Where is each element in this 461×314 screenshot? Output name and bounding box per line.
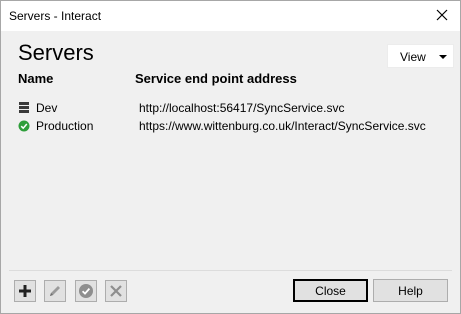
help-button[interactable]: Help bbox=[373, 279, 448, 302]
check-circle-icon bbox=[18, 120, 30, 132]
check-icon bbox=[79, 284, 93, 298]
close-icon bbox=[436, 9, 448, 21]
page-title: Servers bbox=[18, 40, 94, 65]
server-row-dev[interactable]: Dev http://localhost:56417/SyncService.s… bbox=[18, 100, 448, 117]
pencil-icon bbox=[50, 286, 60, 296]
title-bar: Servers - Interact bbox=[1, 1, 460, 31]
edit-server-button[interactable] bbox=[44, 280, 66, 302]
servers-window: Servers - Interact Servers View Name Ser… bbox=[0, 0, 461, 314]
delete-x-icon bbox=[110, 285, 122, 297]
view-button-label: View bbox=[400, 50, 426, 64]
footer-separator bbox=[9, 270, 452, 271]
server-stack-icon bbox=[19, 102, 29, 113]
server-name: Production bbox=[36, 119, 94, 133]
server-row-production[interactable]: Production https://www.wittenburg.co.uk/… bbox=[18, 118, 448, 135]
column-header-address[interactable]: Service end point address bbox=[135, 71, 297, 86]
server-name: Dev bbox=[36, 101, 58, 115]
server-address: http://localhost:56417/SyncService.svc bbox=[139, 101, 345, 115]
close-window-button[interactable] bbox=[430, 4, 454, 26]
server-address: https://www.wittenburg.co.uk/Interact/Sy… bbox=[139, 119, 426, 133]
window-title: Servers - Interact bbox=[9, 9, 102, 23]
column-header-name[interactable]: Name bbox=[18, 71, 53, 86]
delete-server-button[interactable] bbox=[105, 280, 127, 302]
chevron-down-icon bbox=[439, 55, 447, 59]
activate-server-button[interactable] bbox=[75, 280, 97, 302]
view-menu-button[interactable]: View bbox=[387, 44, 454, 68]
add-server-button[interactable] bbox=[14, 280, 36, 302]
dialog-client-area: Servers View Name Service end point addr… bbox=[1, 31, 460, 313]
close-button[interactable]: Close bbox=[293, 279, 368, 302]
add-icon bbox=[19, 285, 31, 297]
